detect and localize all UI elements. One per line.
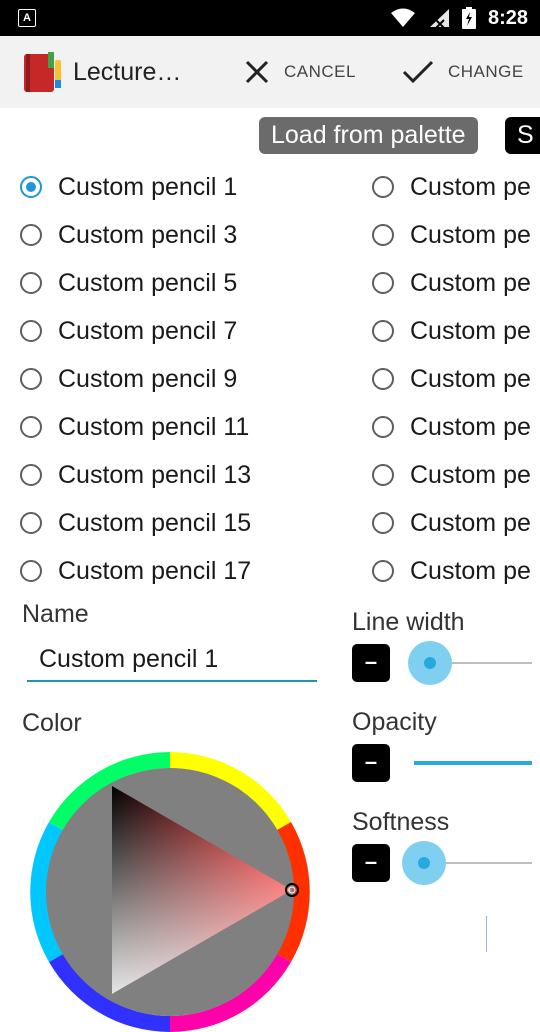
opacity-decrease-button[interactable]: –	[352, 744, 390, 782]
load-from-palette-button[interactable]: Load from palette	[259, 117, 478, 154]
color-wheel-picker[interactable]	[30, 752, 310, 1032]
slider-fill	[414, 761, 532, 765]
clock: 8:28	[487, 6, 528, 29]
pencil-option-label: Custom pencil 17	[58, 556, 252, 585]
notification-icon: A	[18, 9, 36, 27]
pencil-option-label: Custom pe	[410, 412, 531, 441]
save-to-palette-button[interactable]: S	[505, 117, 540, 154]
pencil-radio-option[interactable]: Custom pencil 9	[20, 359, 237, 399]
pencil-radio-option[interactable]: Custom pe	[372, 359, 531, 399]
pencil-radio-option[interactable]: Custom pencil 3	[20, 215, 237, 255]
radio-button[interactable]	[20, 560, 42, 582]
slider-thumb[interactable]	[418, 857, 430, 869]
pencil-option-label: Custom pe	[410, 460, 531, 489]
softness-decrease-button[interactable]: –	[352, 844, 390, 882]
pencil-radio-option[interactable]: Custom pencil 17	[20, 551, 251, 591]
pencil-option-label: Custom pencil 5	[58, 268, 238, 297]
checkmark-icon	[402, 60, 434, 84]
pencil-option-label: Custom pencil 1	[58, 172, 238, 201]
radio-button[interactable]	[372, 272, 394, 294]
name-label: Name	[22, 600, 89, 628]
pencil-option-label: Custom pe	[410, 220, 531, 249]
pencil-option-label: Custom pencil 11	[58, 412, 250, 441]
divider	[486, 916, 487, 952]
pencil-option-label: Custom pe	[410, 556, 531, 585]
pencil-option-label: Custom pe	[410, 268, 531, 297]
signal-icon	[429, 9, 449, 28]
line-width-decrease-button[interactable]: –	[352, 644, 390, 682]
cancel-label: CANCEL	[284, 62, 356, 81]
radio-button[interactable]	[372, 464, 394, 486]
pencil-name-field[interactable]	[27, 638, 317, 682]
wifi-icon	[390, 8, 415, 27]
radio-button[interactable]	[372, 560, 394, 582]
notebook-app-icon	[24, 52, 61, 92]
pencil-radio-option[interactable]: Custom pencil 13	[20, 455, 251, 495]
status-icons: 8:28	[390, 0, 528, 36]
pencil-radio-option[interactable]: Custom pencil 15	[20, 503, 251, 543]
radio-button[interactable]	[20, 368, 42, 390]
pencil-radio-option[interactable]: Custom pe	[372, 407, 531, 447]
radio-button[interactable]	[372, 512, 394, 534]
slider-thumb[interactable]	[423, 657, 436, 669]
radio-button[interactable]	[20, 320, 42, 342]
pencil-radio-option[interactable]: Custom pe	[372, 167, 531, 207]
pencil-option-label: Custom pe	[410, 316, 531, 345]
pencil-radio-option[interactable]: Custom pe	[372, 503, 531, 543]
pencil-option-label: Custom pe	[410, 364, 531, 393]
pencil-radio-option[interactable]: Custom pencil 1	[20, 167, 237, 207]
cancel-button[interactable]: CANCEL	[244, 56, 356, 88]
radio-button[interactable]	[20, 272, 42, 294]
color-label: Color	[22, 709, 82, 737]
app-title: Lecture…	[73, 58, 182, 86]
radio-button[interactable]	[20, 512, 42, 534]
pencil-option-label: Custom pe	[410, 172, 531, 201]
pencil-radio-option[interactable]: Custom pe	[372, 311, 531, 351]
change-button[interactable]: CHANGE	[402, 56, 524, 88]
radio-button[interactable]	[20, 224, 42, 246]
pencil-option-label: Custom pencil 9	[58, 364, 238, 393]
radio-button[interactable]	[372, 320, 394, 342]
radio-button[interactable]	[20, 176, 42, 198]
pencil-radio-option[interactable]: Custom pe	[372, 263, 531, 303]
radio-button[interactable]	[20, 416, 42, 438]
pencil-option-label: Custom pencil 13	[58, 460, 252, 489]
radio-button[interactable]	[372, 368, 394, 390]
radio-button[interactable]	[372, 416, 394, 438]
close-icon	[245, 60, 269, 84]
opacity-label: Opacity	[352, 708, 437, 736]
softness-label: Softness	[352, 808, 450, 836]
pencil-option-label: Custom pencil 15	[58, 508, 252, 537]
change-label: CHANGE	[448, 62, 524, 81]
pencil-radio-option[interactable]: Custom pencil 7	[20, 311, 237, 351]
line-width-label: Line width	[352, 608, 465, 636]
pencil-option-label: Custom pencil 3	[58, 220, 238, 249]
pencil-radio-option[interactable]: Custom pe	[372, 455, 531, 495]
pencil-radio-option[interactable]: Custom pencil 11	[20, 407, 249, 447]
radio-button[interactable]	[372, 176, 394, 198]
pencil-radio-option[interactable]: Custom pe	[372, 551, 531, 591]
pencil-option-label: Custom pencil 7	[58, 316, 238, 345]
pencil-option-label: Custom pe	[410, 508, 531, 537]
toolbar: Lecture… CANCEL CHANGE	[0, 36, 540, 108]
battery-icon	[461, 7, 476, 29]
radio-button[interactable]	[20, 464, 42, 486]
status-bar: A 8:28	[0, 0, 540, 36]
pencil-radio-option[interactable]: Custom pe	[372, 215, 531, 255]
radio-button[interactable]	[372, 224, 394, 246]
pencil-radio-option[interactable]: Custom pencil 5	[20, 263, 237, 303]
